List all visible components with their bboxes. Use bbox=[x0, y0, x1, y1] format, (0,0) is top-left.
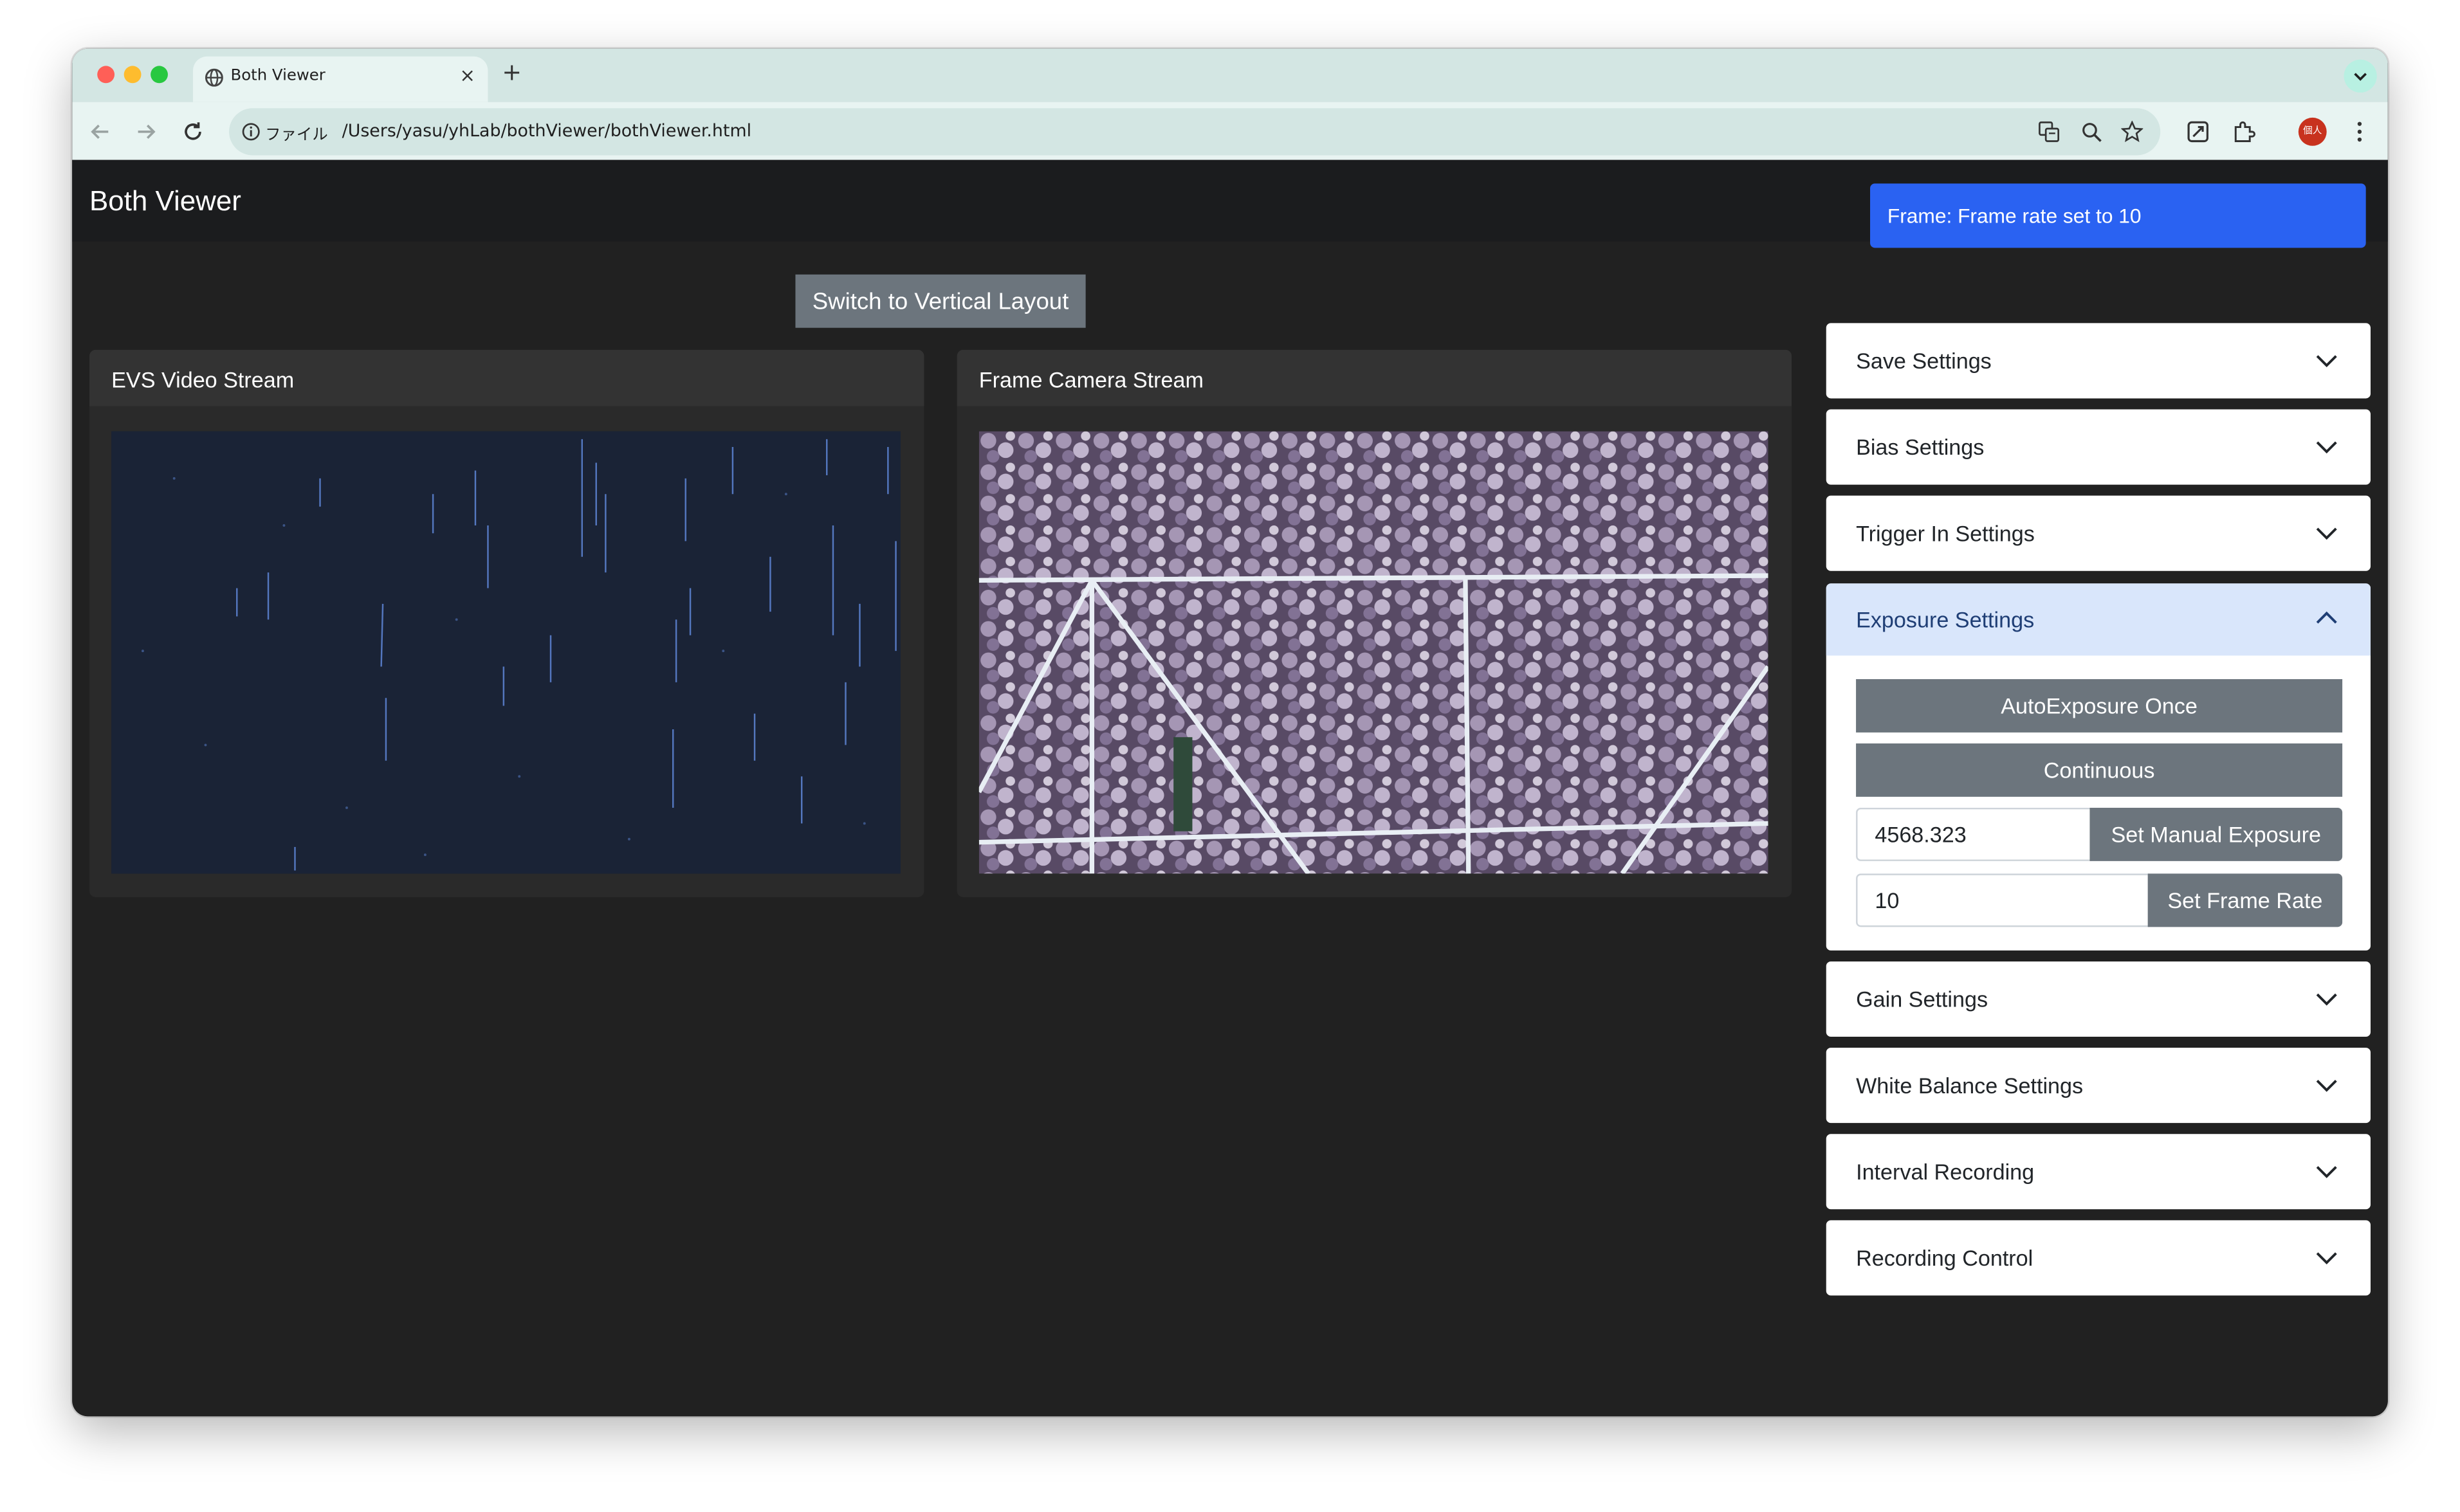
accordion-save-settings[interactable]: Save Settings bbox=[1826, 323, 2371, 399]
chevron-down-icon bbox=[2316, 1079, 2337, 1092]
chevron-down-icon bbox=[2316, 993, 2337, 1006]
evs-stream-image bbox=[111, 431, 901, 874]
exposure-settings-label: Exposure Settings bbox=[1856, 606, 2035, 632]
gain-settings-label: Gain Settings bbox=[1856, 986, 1988, 1012]
accordion-trigger-in-settings[interactable]: Trigger In Settings bbox=[1826, 495, 2371, 571]
exposure-settings-header[interactable]: Exposure Settings bbox=[1826, 583, 2371, 656]
switch-layout-button[interactable]: Switch to Vertical Layout bbox=[795, 274, 1086, 328]
frame-stream-card: Frame Camera Stream bbox=[957, 349, 1792, 897]
profile-avatar[interactable]: 個人 bbox=[2298, 117, 2327, 146]
close-window-button[interactable] bbox=[97, 66, 115, 84]
chevron-down-icon bbox=[2316, 1166, 2337, 1178]
minimize-window-button[interactable] bbox=[124, 66, 142, 84]
accordion-white-balance-settings[interactable]: White Balance Settings bbox=[1826, 1048, 2371, 1124]
frame-card-header: Frame Camera Stream bbox=[957, 349, 1792, 406]
accordion-interval-recording[interactable]: Interval Recording bbox=[1826, 1134, 2371, 1210]
accordion-exposure-settings: Exposure Settings AutoExposure Once Cont… bbox=[1826, 583, 2371, 951]
evs-stream-card: EVS Video Stream bbox=[89, 349, 924, 897]
chevron-down-icon bbox=[2316, 1252, 2337, 1264]
back-icon[interactable] bbox=[88, 119, 113, 144]
address-bar[interactable]: ファイル /Users/yasu/yhLab/bothViewer/bothVi… bbox=[229, 108, 2161, 156]
chevron-down-icon bbox=[2316, 355, 2337, 367]
chevron-up-icon bbox=[2316, 611, 2337, 624]
evs-card-header: EVS Video Stream bbox=[89, 349, 924, 406]
save-settings-label: Save Settings bbox=[1856, 348, 1992, 374]
bias-settings-label: Bias Settings bbox=[1856, 434, 1985, 460]
toast-message: Frame: Frame rate set to 10 bbox=[1887, 204, 2142, 228]
extension-action-icon[interactable] bbox=[2185, 119, 2210, 144]
file-scheme-label: ファイル bbox=[265, 127, 328, 145]
browser-tab[interactable]: Both Viewer × bbox=[192, 56, 488, 102]
status-toast: Frame: Frame rate set to 10 bbox=[1870, 183, 2366, 248]
continuous-exposure-button[interactable]: Continuous bbox=[1856, 743, 2343, 797]
browser-window: Both Viewer × + ファイル /Users/yasu/yhLab/b… bbox=[72, 48, 2388, 1417]
frame-rate-input[interactable] bbox=[1856, 873, 2150, 927]
extensions-puzzle-icon[interactable] bbox=[2231, 119, 2256, 144]
evs-stream-title: EVS Video Stream bbox=[111, 367, 295, 392]
frame-stream-title: Frame Camera Stream bbox=[978, 367, 1204, 392]
frame-camera-image bbox=[978, 431, 1768, 874]
tab-search-button[interactable] bbox=[2344, 59, 2377, 93]
globe-icon bbox=[205, 68, 223, 87]
white-balance-settings-label: White Balance Settings bbox=[1856, 1073, 2084, 1098]
set-manual-exposure-button[interactable]: Set Manual Exposure bbox=[2089, 807, 2343, 861]
manual-exposure-input[interactable] bbox=[1856, 807, 2091, 861]
info-icon[interactable] bbox=[242, 122, 261, 141]
accordion-recording-control[interactable]: Recording Control bbox=[1826, 1220, 2371, 1296]
auto-exposure-once-button[interactable]: AutoExposure Once bbox=[1856, 679, 2343, 733]
zoom-icon[interactable] bbox=[2080, 121, 2102, 143]
app-title: Both Viewer bbox=[89, 185, 241, 217]
chevron-down-icon bbox=[2316, 527, 2337, 540]
maximize-window-button[interactable] bbox=[151, 66, 168, 84]
forward-icon[interactable] bbox=[133, 119, 158, 144]
reload-icon[interactable] bbox=[180, 119, 205, 144]
new-tab-button[interactable]: + bbox=[502, 58, 522, 86]
chevron-down-icon bbox=[2316, 441, 2337, 454]
bookmark-star-icon[interactable] bbox=[2121, 120, 2143, 143]
trigger-in-settings-label: Trigger In Settings bbox=[1856, 520, 2035, 546]
tab-close-icon[interactable]: × bbox=[459, 64, 475, 86]
page-content: Both Viewer Frame: Frame rate set to 10 … bbox=[72, 159, 2388, 1417]
accordion-gain-settings[interactable]: Gain Settings bbox=[1826, 961, 2371, 1037]
url-text[interactable]: /Users/yasu/yhLab/bothViewer/bothViewer.… bbox=[342, 121, 751, 141]
browser-toolbar: ファイル /Users/yasu/yhLab/bothViewer/bothVi… bbox=[72, 102, 2388, 160]
accordion-bias-settings[interactable]: Bias Settings bbox=[1826, 409, 2371, 485]
recording-control-label: Recording Control bbox=[1856, 1245, 2033, 1271]
tab-strip: Both Viewer × + bbox=[72, 48, 2388, 102]
more-menu-icon[interactable] bbox=[2347, 119, 2372, 144]
interval-recording-label: Interval Recording bbox=[1856, 1159, 2035, 1185]
tab-title: Both Viewer bbox=[230, 67, 326, 85]
set-frame-rate-button[interactable]: Set Frame Rate bbox=[2147, 873, 2343, 927]
translate-icon[interactable] bbox=[2038, 121, 2060, 143]
chevron-down-icon bbox=[2354, 73, 2367, 81]
